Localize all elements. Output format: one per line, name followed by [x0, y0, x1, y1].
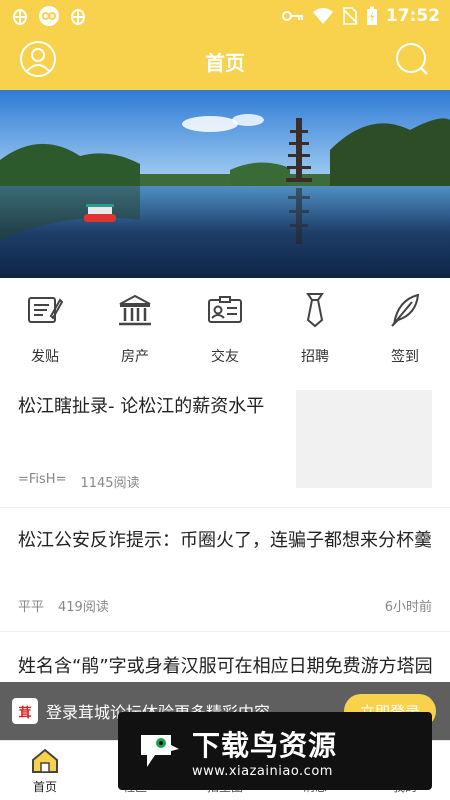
- post-meta: =FisH= 1145阅读: [18, 472, 140, 491]
- id-card-icon: [205, 290, 245, 330]
- page-title: 首页: [205, 50, 245, 75]
- post-reads: 1145阅读: [80, 476, 140, 491]
- building-icon: [115, 290, 155, 330]
- feather-icon: [385, 290, 425, 330]
- post-title: 松江瞎扯录- 论松江的薪资水平: [18, 396, 265, 417]
- post-time: 6小时前: [384, 600, 432, 615]
- no-sim-icon: [342, 7, 358, 25]
- quick-nav: 发贴 房产 交友 招聘 签到: [0, 290, 450, 376]
- infinity-icon: [38, 5, 60, 27]
- search-icon: [394, 41, 430, 81]
- lake-pagoda-photo: [0, 90, 450, 278]
- key-icon: [281, 9, 304, 23]
- bird-logo-icon: [130, 724, 184, 778]
- watermark-text: 下载鸟资源 www.xiazainiao.com: [192, 724, 337, 779]
- post-title: 松江公安反诈提示：币圈火了，连骗子都想来分杯羹: [18, 530, 432, 551]
- tie-icon: [295, 290, 335, 330]
- watermark-title: 下载鸟资源: [192, 728, 338, 762]
- watermark: 下载鸟资源 www.xiazainiao.com: [118, 712, 432, 790]
- quick-nav-label: 交友: [211, 349, 239, 365]
- post-icon: [25, 290, 65, 330]
- user-icon: [19, 40, 57, 82]
- bug-icon: [10, 7, 30, 25]
- status-right-icons: 17:52: [281, 6, 440, 26]
- quick-nav-friends[interactable]: 交友: [180, 290, 270, 376]
- wifi-icon: [312, 7, 334, 25]
- quick-nav-label: 房产: [121, 349, 149, 365]
- post-item[interactable]: 松江瞎扯录- 论松江的薪资水平 =FisH= 1145阅读: [0, 384, 450, 508]
- post-thumbnail: [296, 390, 432, 488]
- post-title: 姓名含“鹃”字或身着汉服可在相应日期免费游方塔园: [18, 656, 433, 677]
- quick-nav-label: 签到: [391, 349, 419, 365]
- home-icon: [31, 747, 59, 775]
- post-author: 平平: [18, 600, 45, 615]
- user-button[interactable]: [18, 41, 58, 81]
- quick-nav-jobs[interactable]: 招聘: [270, 290, 360, 376]
- watermark-url: www.xiazainiao.com: [192, 763, 333, 779]
- search-button[interactable]: [392, 41, 432, 81]
- post-meta: 平平 419阅读: [18, 596, 109, 615]
- tab-home[interactable]: 首页: [0, 741, 90, 800]
- status-left-icons: [10, 5, 88, 27]
- quick-nav-label: 招聘: [301, 349, 329, 365]
- post-reads: 419阅读: [58, 600, 109, 615]
- forum-logo: 茸: [12, 698, 38, 724]
- bug-icon: [68, 7, 88, 25]
- post-item[interactable]: 松江公安反诈提示：币圈火了，连骗子都想来分杯羹 平平 419阅读 6小时前: [0, 508, 450, 632]
- battery-icon: [366, 6, 378, 26]
- quick-nav-property[interactable]: 房产: [90, 290, 180, 376]
- post-author: =FisH=: [18, 472, 67, 487]
- quick-nav-post[interactable]: 发贴: [0, 290, 90, 376]
- app-header: 首页: [0, 32, 450, 90]
- status-bar: 17:52: [0, 0, 450, 32]
- tab-label: 首页: [32, 779, 57, 794]
- quick-nav-label: 发贴: [31, 349, 59, 365]
- quick-nav-checkin[interactable]: 签到: [360, 290, 450, 376]
- status-time: 17:52: [385, 6, 440, 26]
- banner-image[interactable]: [0, 90, 450, 278]
